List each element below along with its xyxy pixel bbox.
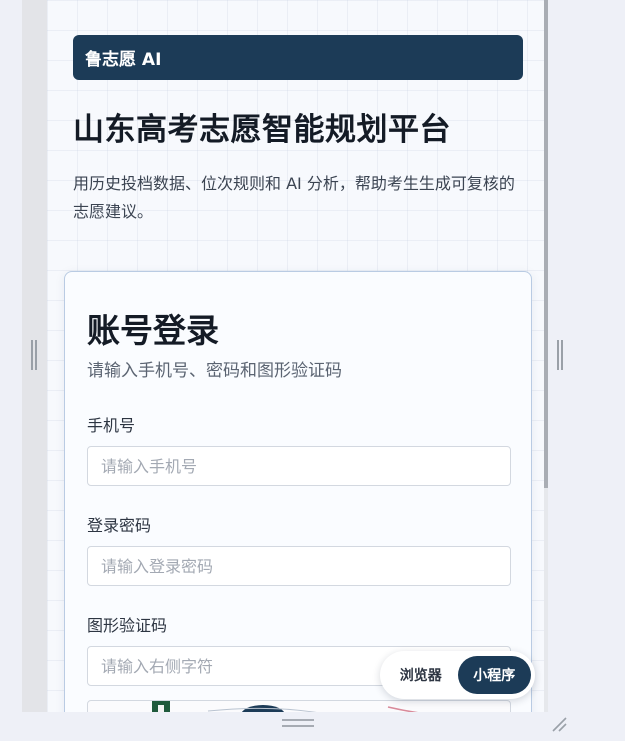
corner-resize-icon[interactable]	[551, 716, 567, 732]
password-label: 登录密码	[87, 516, 152, 535]
toggle-browser[interactable]: 浏览器	[384, 656, 458, 694]
page-description: 用历史投档数据、位次规则和 AI 分析，帮助考生生成可复核的志愿建议。	[73, 174, 515, 221]
captcha-graphic	[152, 701, 419, 712]
left-resize-handle[interactable]	[31, 340, 37, 370]
brand-badge: 鲁志愿 AI	[73, 35, 523, 80]
right-resize-handle[interactable]	[557, 340, 563, 370]
captcha-image[interactable]	[87, 700, 511, 712]
captcha-label: 图形验证码	[87, 616, 168, 635]
bottom-resize-handle[interactable]	[282, 719, 314, 727]
login-subtitle: 请输入手机号、密码和图形验证码	[87, 361, 342, 381]
password-input[interactable]	[87, 546, 511, 586]
login-card: 账号登录 请输入手机号、密码和图形验证码 手机号 登录密码 图形验证码	[64, 271, 532, 712]
login-title: 账号登录	[87, 311, 219, 350]
platform-toggle: 浏览器 小程序	[380, 651, 535, 699]
phone-viewport: 鲁志愿 AI 山东高考志愿智能规划平台 用历史投档数据、位次规则和 AI 分析，…	[47, 0, 544, 712]
right-frame-rail	[572, 0, 625, 741]
toggle-miniprogram[interactable]: 小程序	[457, 656, 531, 694]
phone-input[interactable]	[87, 446, 511, 486]
phone-label: 手机号	[87, 416, 136, 435]
scrollbar-thumb[interactable]	[544, 0, 548, 488]
brand-label: 鲁志愿 AI	[85, 50, 162, 70]
page-title: 山东高考志愿智能规划平台	[73, 112, 451, 148]
